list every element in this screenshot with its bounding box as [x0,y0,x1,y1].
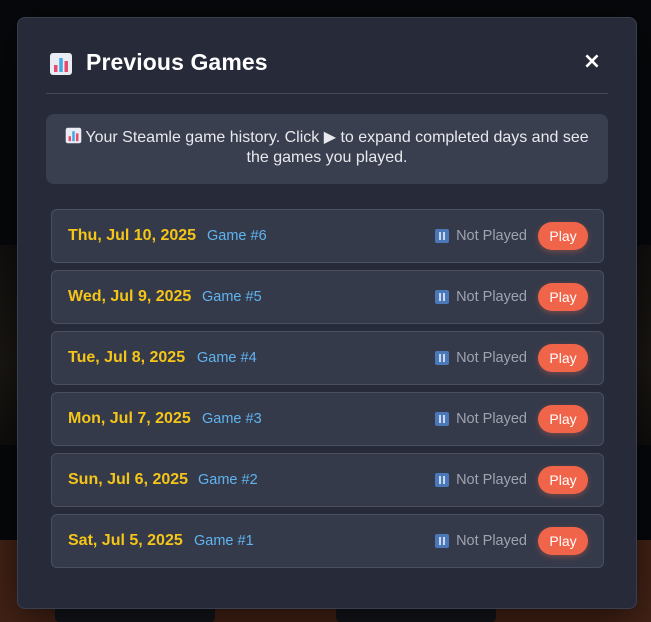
play-button[interactable]: Play [538,405,588,433]
modal-title: Previous Games [86,49,268,75]
status-label: Not Played [456,350,527,366]
game-row[interactable]: Tue, Jul 8, 2025 Game #4 Not Played Play [51,331,604,385]
game-number: Game #6 [207,228,267,244]
bar-chart-icon [50,53,72,75]
play-button[interactable]: Play [538,466,588,494]
game-date: Tue, Jul 8, 2025 [68,349,186,366]
pause-icon [435,412,450,426]
status-label: Not Played [456,289,527,305]
game-number: Game #4 [197,350,257,366]
game-date: Thu, Jul 10, 2025 [68,227,197,244]
game-number: Game #1 [194,533,254,549]
game-date: Sat, Jul 5, 2025 [68,532,183,549]
game-number: Game #2 [198,472,258,488]
game-number: Game #5 [202,289,262,305]
game-row[interactable]: Mon, Jul 7, 2025 Game #3 Not Played Play [51,392,604,446]
pause-icon [435,351,450,365]
play-button[interactable]: Play [538,222,588,250]
game-date: Mon, Jul 7, 2025 [68,410,191,427]
game-date: Sun, Jul 6, 2025 [68,471,189,488]
play-button[interactable]: Play [538,283,588,311]
pause-icon [435,290,450,304]
pause-icon [435,473,450,487]
play-button[interactable]: Play [538,344,588,372]
pause-icon [435,534,450,548]
game-date: Wed, Jul 9, 2025 [68,288,192,305]
game-status: Not Played [435,411,527,427]
game-status: Not Played [435,289,527,305]
game-row[interactable]: Sat, Jul 5, 2025 Game #1 Not Played Play [51,514,604,568]
game-status: Not Played [435,472,527,488]
close-button[interactable]: × [582,50,602,74]
play-button[interactable]: Play [538,527,588,555]
pause-icon [435,229,450,243]
bar-chart-icon [66,127,82,144]
game-row[interactable]: Thu, Jul 10, 2025 Game #6 Not Played Pla… [51,209,604,263]
game-status: Not Played [435,533,527,549]
status-label: Not Played [456,472,527,488]
modal-header: Previous Games × [46,18,608,94]
previous-games-modal: Previous Games × Your Steamle game histo… [17,17,637,609]
info-box: Your Steamle game history. Click ▶ to ex… [46,114,608,184]
game-row[interactable]: Wed, Jul 9, 2025 Game #5 Not Played Play [51,270,604,324]
game-row[interactable]: Sun, Jul 6, 2025 Game #2 Not Played Play [51,453,604,507]
status-label: Not Played [456,228,527,244]
game-status: Not Played [435,350,527,366]
info-text: Your Steamle game history. Click ▶ to ex… [85,129,589,166]
games-list: Thu, Jul 10, 2025 Game #6 Not Played Pla… [51,209,604,575]
status-label: Not Played [456,411,527,427]
status-label: Not Played [456,533,527,549]
game-status: Not Played [435,228,527,244]
game-number: Game #3 [202,411,262,427]
